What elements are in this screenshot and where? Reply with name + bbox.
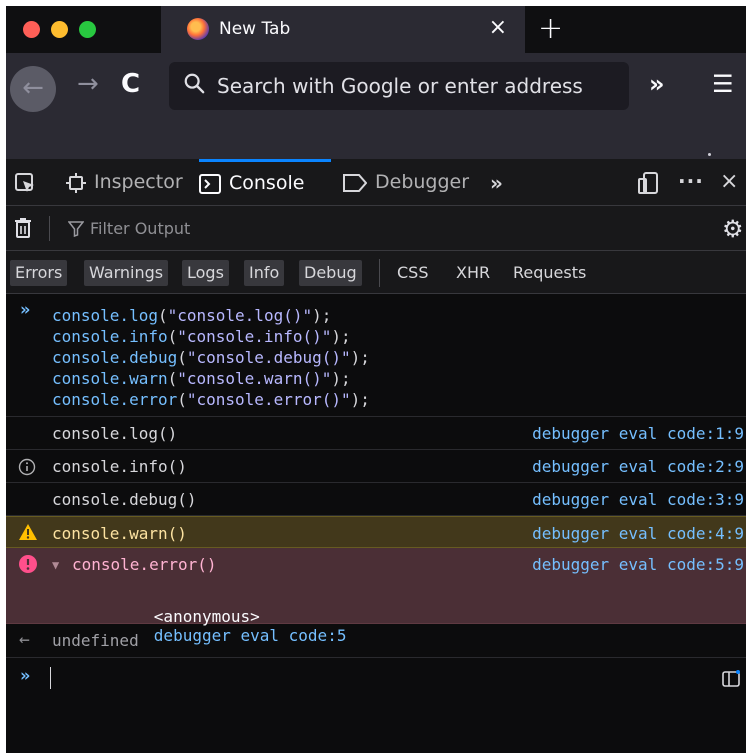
tab-console[interactable]: Console [199, 159, 331, 206]
forward-button[interactable]: → [77, 69, 99, 99]
devtools-close-button[interactable]: × [720, 169, 738, 194]
tab-inspector-label: Inspector [94, 171, 183, 193]
prompt-chevron-icon: » [20, 300, 31, 320]
result-arrow-icon: ← [19, 629, 30, 650]
command-line: console.info("console.info()"); [52, 327, 351, 346]
search-icon [184, 73, 205, 94]
command-line: console.log("console.log()"); [52, 306, 332, 325]
menu-button[interactable]: ☰ [712, 70, 734, 98]
gear-icon[interactable]: ⚙ [722, 215, 744, 243]
console-message-error: ▼ console.error() debugger eval code:5:9… [6, 548, 746, 645]
message-source-link[interactable]: debugger eval code:3:9 [532, 490, 744, 509]
more-tabs-button[interactable]: » [490, 171, 503, 195]
console-message-info: console.info() debugger eval code:2:9 [6, 450, 746, 483]
error-icon [19, 555, 37, 573]
filter-debug-button[interactable]: Debug [299, 260, 362, 286]
tab-debugger[interactable]: Debugger [343, 159, 469, 206]
debugger-icon [343, 173, 368, 192]
minimize-window-button[interactable] [51, 21, 68, 38]
filter-errors-button[interactable]: Errors [10, 260, 68, 286]
message-source-link[interactable]: debugger eval code:4:9 [532, 524, 744, 543]
page-dot [708, 153, 711, 156]
command-line: console.warn("console.warn()"); [52, 369, 351, 388]
console-icon [199, 173, 221, 194]
console-message-log: console.log() debugger eval code:1:9 [6, 417, 746, 450]
filter-info-button[interactable]: Info [244, 260, 285, 286]
tab-strip: New Tab × + [6, 6, 746, 53]
reload-button[interactable]: C [121, 69, 140, 99]
filter-input[interactable] [90, 215, 490, 241]
toolbar-overflow-button[interactable]: » [649, 70, 665, 98]
command-line: console.error("console.error()"); [52, 390, 370, 409]
console-message-debug: console.debug() debugger eval code:3:9 [6, 483, 746, 516]
console-filter-bar: ⚙ [6, 206, 746, 251]
new-tab-button[interactable]: + [538, 11, 563, 46]
filter-separator [49, 216, 50, 241]
url-bar[interactable] [169, 62, 629, 110]
text-caret [50, 667, 51, 689]
category-separator [379, 259, 380, 287]
warning-icon [19, 524, 37, 540]
result-text: undefined [52, 631, 139, 650]
message-source-link[interactable]: debugger eval code:2:9 [532, 457, 744, 476]
tab-console-label: Console [229, 172, 305, 194]
back-button[interactable]: ← [10, 66, 56, 112]
devtools-options-button[interactable]: ··· [678, 169, 704, 193]
command-line: console.debug("console.debug()"); [52, 348, 370, 367]
filter-logs-button[interactable]: Logs [182, 260, 229, 286]
editor-mode-icon[interactable] [722, 670, 740, 688]
tab-title: New Tab [219, 19, 291, 39]
message-text: console.debug() [52, 490, 197, 509]
message-text: console.warn() [52, 524, 187, 543]
tab-new-tab[interactable]: New Tab × [161, 6, 525, 53]
filter-requests-button[interactable]: Requests [513, 260, 586, 286]
inspector-icon [66, 172, 86, 193]
filter-icon [68, 221, 84, 237]
browser-window: New Tab × + ← → C » ☰ [6, 6, 746, 753]
message-source-link[interactable]: debugger eval code:1:9 [532, 424, 744, 443]
zoom-window-button[interactable] [79, 21, 96, 38]
console-message-warn: console.warn() debugger eval code:4:9 [6, 516, 746, 548]
firefox-icon [187, 18, 209, 40]
expand-triangle-icon[interactable]: ▼ [52, 558, 59, 572]
navigation-toolbar: ← → C » ☰ [6, 53, 746, 119]
responsive-design-icon[interactable] [637, 171, 659, 195]
filter-xhr-button[interactable]: XHR [456, 260, 490, 286]
message-text: console.log() [52, 424, 178, 443]
trash-icon[interactable] [14, 217, 32, 239]
close-window-button[interactable] [23, 21, 40, 38]
filter-css-button[interactable]: CSS [397, 260, 428, 286]
url-input[interactable] [217, 70, 617, 102]
message-text: console.error() [72, 555, 217, 574]
console-result: ← undefined [6, 624, 746, 658]
tab-close-icon[interactable]: × [489, 15, 507, 40]
tab-inspector[interactable]: Inspector [66, 159, 183, 206]
tab-debugger-label: Debugger [375, 171, 470, 193]
page-content [6, 119, 746, 159]
message-text: console.info() [52, 457, 187, 476]
element-picker-icon[interactable] [14, 172, 36, 194]
devtools-toolbar: Inspector Console Debugger » ··· × [6, 159, 746, 206]
info-icon [18, 458, 36, 476]
console-command: » console.log("console.log()"); console.… [6, 294, 746, 417]
filter-warnings-button[interactable]: Warnings [84, 260, 169, 286]
message-source-link[interactable]: debugger eval code:5:9 [532, 555, 744, 574]
console-category-bar: Errors Warnings Logs Info Debug CSS XHR … [6, 251, 746, 294]
console-input[interactable]: » [6, 658, 746, 698]
prompt-chevron-icon: » [20, 666, 31, 686]
